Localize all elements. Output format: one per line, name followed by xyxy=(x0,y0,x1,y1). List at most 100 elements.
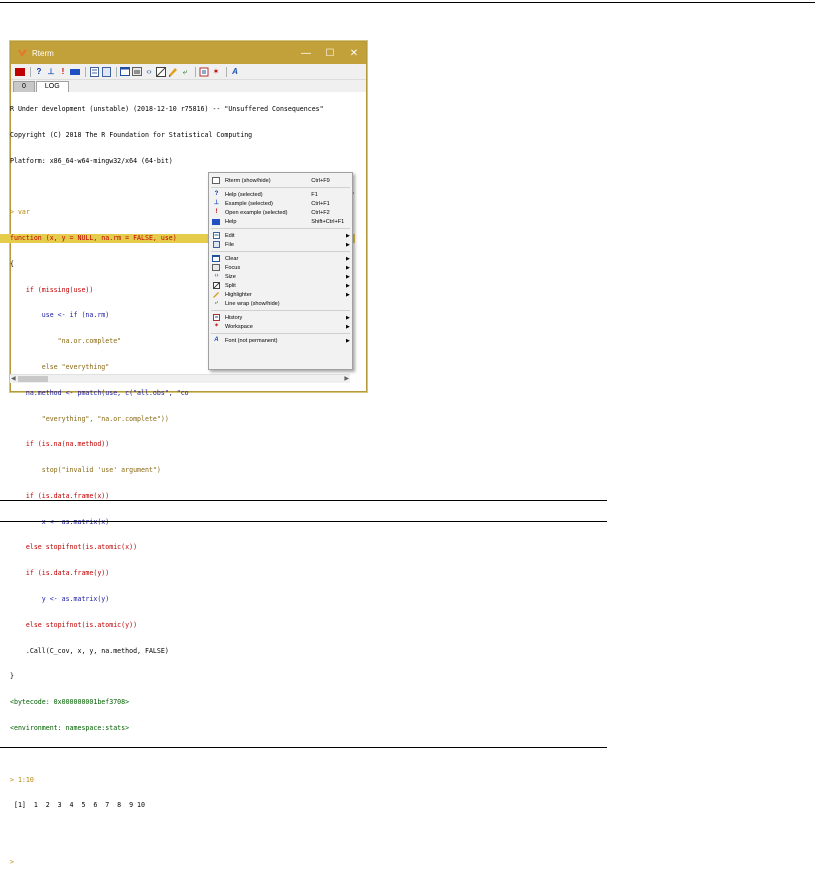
submenu-arrow-icon: ▶ xyxy=(346,314,350,321)
clear-icon[interactable] xyxy=(120,67,130,77)
console-line: else stopifnot(is.atomic(x)) xyxy=(10,543,138,552)
submenu-arrow-icon: ▶ xyxy=(346,255,350,262)
font-icon: A xyxy=(214,337,219,343)
menu-item-edit[interactable]: Edit ▶ xyxy=(209,231,352,240)
help-selected-icon[interactable]: ⊥ xyxy=(46,67,56,77)
toolbar-separator xyxy=(85,66,86,77)
menu-item-label: Highlighter xyxy=(224,291,252,298)
workspace-icon: ✶ xyxy=(213,323,219,329)
rule-2 xyxy=(0,521,607,522)
scrollbar-thumb[interactable] xyxy=(18,376,48,382)
menu-item-label: Line wrap (show/hide) xyxy=(224,300,280,307)
menu-item-split[interactable]: Split ▶ xyxy=(209,281,352,290)
toolbar: ? ⊥ ! ‹› ⤶ ✶ A xyxy=(11,64,366,80)
console-line: Copyright (C) 2018 The R Foundation for … xyxy=(10,131,355,140)
menu-separator xyxy=(211,310,350,311)
highlighter-icon[interactable] xyxy=(168,67,178,77)
menu-item-label: Focus xyxy=(224,264,241,271)
menu-item-label: History xyxy=(224,314,243,321)
edit-icon xyxy=(212,232,221,239)
highlighter-icon xyxy=(212,291,221,298)
menu-item-help-selected[interactable]: ? Help (selected) F1 xyxy=(209,190,352,199)
menu-item-shortcut: Shift+Ctrl+F1 xyxy=(311,218,345,225)
menu-item-font-not-permanent[interactable]: A Font (not permanent) ▶ xyxy=(209,336,352,345)
rterm-window-icon xyxy=(212,177,221,184)
menu-item-label: Font (not permanent) xyxy=(224,337,278,344)
close-button[interactable]: ✕ xyxy=(342,42,366,64)
help-search-icon[interactable] xyxy=(70,67,80,77)
menu-item-workspace[interactable]: ✶ Workspace ▶ xyxy=(209,322,352,331)
console-prompt[interactable]: > xyxy=(10,858,355,867)
bottom-rule xyxy=(0,747,607,748)
menu-item-file[interactable]: File ▶ xyxy=(209,240,352,249)
toolbar-separator xyxy=(195,66,196,77)
toolbar-separator xyxy=(30,66,31,77)
horizontal-scrollbar[interactable]: ◀ ▶ xyxy=(10,374,350,383)
console-line: na.method <- pmatch(use, c("all.obs", "c… xyxy=(10,388,189,397)
console-line: <bytecode: 0x000000001bef3708> xyxy=(10,698,130,707)
menu-item-help[interactable]: Help Shift+Ctrl+F1 xyxy=(209,217,352,226)
menu-item-shortcut: F1 xyxy=(311,191,318,198)
submenu-arrow-icon: ▶ xyxy=(346,241,350,248)
title-bar[interactable]: Rterm — ☐ ✕ xyxy=(11,42,366,64)
menu-item-label: Example (selected) xyxy=(224,200,273,207)
menu-separator xyxy=(211,251,350,252)
workspace-icon[interactable]: ✶ xyxy=(211,67,221,77)
stop-icon[interactable] xyxy=(15,67,25,77)
console-line: .Call(C_cov, x, y, na.method, FALSE) xyxy=(10,646,169,655)
copy-icon[interactable] xyxy=(89,66,99,77)
menu-item-example-selected[interactable]: ⊥ Example (selected) Ctrl+F1 xyxy=(209,199,352,208)
maximize-button[interactable]: ☐ xyxy=(318,42,342,64)
menu-item-shortcut: Ctrl+F1 xyxy=(311,200,330,207)
history-icon[interactable] xyxy=(199,67,209,77)
console-line: [1] 1 2 3 4 5 6 7 8 9 10 xyxy=(10,801,145,810)
menu-separator xyxy=(211,187,350,188)
context-menu: Rterm (show/hide) Ctrl+F9? Help (selected)… xyxy=(208,172,353,370)
font-icon[interactable]: A xyxy=(230,67,240,77)
help-icon[interactable]: ? xyxy=(34,67,44,77)
console-line: if (is.na(na.method)) xyxy=(10,440,110,449)
submenu-arrow-icon: ▶ xyxy=(346,232,350,239)
scroll-right-icon[interactable]: ▶ xyxy=(344,375,349,383)
menu-item-rterm-show-hide[interactable]: Rterm (show/hide) Ctrl+F9 xyxy=(209,176,352,185)
submenu-arrow-icon: ▶ xyxy=(346,323,350,330)
top-rule xyxy=(0,2,815,3)
submenu-arrow-icon: ▶ xyxy=(346,273,350,280)
menu-item-label: Clear xyxy=(224,255,239,262)
split-icon xyxy=(212,282,221,289)
menu-item-history[interactable]: History ▶ xyxy=(209,313,352,322)
menu-item-open-example-selected[interactable]: ! Open example (selected) Ctrl+F2 xyxy=(209,208,352,217)
menu-item-label: Split xyxy=(224,282,236,289)
split-icon[interactable] xyxy=(156,66,166,77)
console-line: R Under development (unstable) (2018-12-… xyxy=(10,105,324,114)
size-icon[interactable]: ‹› xyxy=(144,67,154,77)
menu-item-label: Open example (selected) xyxy=(224,209,288,216)
paste-icon[interactable] xyxy=(101,66,111,77)
menu-item-size[interactable]: ‹› Size ▶ xyxy=(209,272,352,281)
toolbar-separator xyxy=(226,66,227,77)
file-icon xyxy=(212,241,221,248)
minimize-button[interactable]: — xyxy=(294,42,318,64)
window-title: Rterm xyxy=(32,48,54,58)
menu-item-label: Edit xyxy=(224,232,235,239)
menu-item-line-wrap-show-hide[interactable]: ⤶ Line wrap (show/hide) xyxy=(209,299,352,308)
line-wrap-icon: ⤶ xyxy=(214,300,219,306)
example-icon[interactable]: ! xyxy=(58,67,68,77)
menu-item-clear[interactable]: Clear ▶ xyxy=(209,254,352,263)
console-line: else stopifnot(is.atomic(y)) xyxy=(10,620,138,629)
console-line: > 1:10 xyxy=(10,775,34,784)
menu-separator xyxy=(211,333,350,334)
console-line: } xyxy=(10,672,14,681)
menu-item-label: Help (selected) xyxy=(224,191,263,198)
menu-item-focus[interactable]: Focus ▶ xyxy=(209,263,352,272)
line-wrap-icon[interactable]: ⤶ xyxy=(180,67,190,77)
submenu-arrow-icon: ▶ xyxy=(346,337,350,344)
scroll-left-icon[interactable]: ◀ xyxy=(11,375,16,383)
toolbar-separator xyxy=(116,66,117,77)
console-line: <environment: namespace:stats> xyxy=(10,723,130,732)
help-search-icon xyxy=(212,218,221,225)
menu-item-highlighter[interactable]: Highlighter ▶ xyxy=(209,290,352,299)
menu-separator xyxy=(211,228,350,229)
focus-icon[interactable] xyxy=(132,67,142,77)
